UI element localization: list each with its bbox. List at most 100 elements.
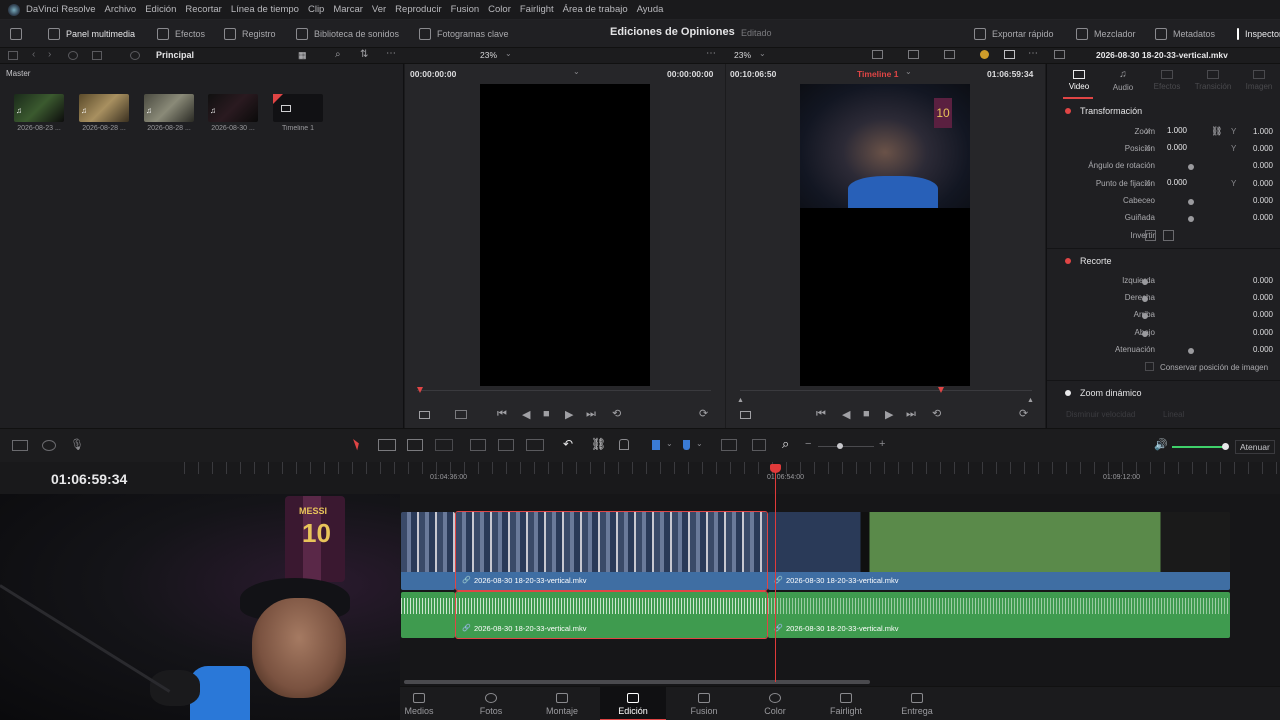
source-video-frame[interactable] <box>480 84 650 386</box>
mixer-button[interactable]: Mezclador <box>1076 20 1136 48</box>
dim-button[interactable]: Atenuar <box>1235 440 1275 454</box>
nav-forward-icon[interactable]: › <box>48 49 51 60</box>
timeline-ruler[interactable]: 01:06:59:34 01:04:36:00 01:06:54:00 01:0… <box>0 462 1280 494</box>
crop-enable-icon[interactable] <box>1065 258 1071 264</box>
menu-help[interactable]: Ayuda <box>637 4 664 15</box>
volume-slider-handle[interactable] <box>1222 443 1229 450</box>
transform-enable-icon[interactable] <box>1065 108 1071 114</box>
dynamic-trim-icon[interactable] <box>407 439 423 451</box>
menu-timeline[interactable]: Línea de tiempo <box>231 4 299 15</box>
effects-button[interactable]: Efectos <box>157 20 205 48</box>
tab-video[interactable]: Video <box>1057 70 1101 91</box>
crop-top-slider[interactable] <box>1142 313 1148 319</box>
go-to-end-icon[interactable]: ⏭ <box>586 408 596 421</box>
zoom-in-icon[interactable]: + <box>879 438 885 450</box>
tl-loop-icon[interactable]: ⟲ <box>932 407 941 420</box>
dynamic-zoom-enable-icon[interactable] <box>1065 390 1071 396</box>
playhead-handle-icon[interactable] <box>770 464 781 473</box>
color-picker-icon[interactable] <box>980 50 989 59</box>
page-media[interactable]: Medios <box>386 687 452 720</box>
snapping-icon[interactable]: ↶ <box>563 437 573 451</box>
source-more-icon[interactable]: ⋯ <box>706 48 716 59</box>
source-playhead-icon[interactable] <box>417 387 423 393</box>
source-dropdown-chevron-icon[interactable]: ⌄ <box>573 67 580 76</box>
menu-fairlight[interactable]: Fairlight <box>520 4 554 15</box>
audio-clip[interactable]: 🔗 2026-08-30 18-20-33-vertical.mkv <box>768 592 1230 638</box>
marker-chevron-icon[interactable]: ⌄ <box>696 439 703 448</box>
quick-export-button[interactable]: Exportar rápido <box>974 20 1054 48</box>
zoom-y-field[interactable]: 1.000 <box>1221 127 1273 136</box>
insert-clip-icon[interactable] <box>470 439 486 451</box>
keyframes-button[interactable]: Fotogramas clave <box>419 20 509 48</box>
menu-color[interactable]: Color <box>488 4 511 15</box>
timeline-playhead[interactable] <box>775 466 776 682</box>
menu-view[interactable]: Ver <box>372 4 386 15</box>
selection-tool-icon[interactable] <box>353 437 361 451</box>
tab-image[interactable]: Imagen <box>1237 70 1280 91</box>
grid-view-icon[interactable]: ▦ <box>298 50 307 61</box>
clip-thumbnail[interactable]: ♫ <box>79 94 129 122</box>
in-point-marker-icon[interactable]: ▲ <box>737 397 744 404</box>
menu-app[interactable]: DaVinci Resolve <box>26 4 96 15</box>
timeline-name[interactable]: Timeline 1 <box>857 69 898 79</box>
sort-icon[interactable]: ⇅ <box>360 49 368 60</box>
source-zoom-chevron-icon[interactable]: ⌄ <box>505 49 512 58</box>
pitch-slider[interactable] <box>1188 199 1194 205</box>
rotation-slider[interactable] <box>1188 164 1194 170</box>
timeline-zoom-chevron-icon[interactable]: ⌄ <box>759 49 766 58</box>
search-icon[interactable]: ⌕ <box>335 49 341 60</box>
softness-slider[interactable] <box>1188 348 1194 354</box>
go-to-start-icon[interactable]: ⏮ <box>497 408 507 421</box>
page-cut[interactable]: Fotos <box>458 687 524 720</box>
menu-mark[interactable]: Marcar <box>333 4 363 15</box>
anchor-x-field[interactable]: 0.000 <box>1155 178 1189 191</box>
tl-go-to-start-icon[interactable]: ⏮ <box>816 408 826 421</box>
crop-bottom-slider[interactable] <box>1142 331 1148 337</box>
tl-go-to-end-icon[interactable]: ⏭ <box>906 408 916 421</box>
flag-icon[interactable] <box>652 440 660 450</box>
flip-vertical-icon[interactable] <box>1163 230 1174 241</box>
timeline-thumbnail[interactable] <box>273 94 323 122</box>
tl-stop-icon[interactable]: ■ <box>863 408 870 420</box>
timeline-zoom[interactable]: 23% <box>734 50 751 60</box>
match-frame-icon[interactable]: ⟳ <box>699 407 708 420</box>
flip-horizontal-icon[interactable] <box>1145 230 1156 241</box>
crop-right-field[interactable]: 0.000 <box>1221 293 1273 302</box>
volume-icon[interactable]: 🔊 <box>1154 438 1168 451</box>
menu-fusion[interactable]: Fusion <box>451 4 480 15</box>
timeline-scrollbar[interactable] <box>404 680 870 684</box>
source-clip-icon[interactable] <box>455 410 467 419</box>
flag-chevron-icon[interactable]: ⌄ <box>666 439 673 448</box>
trim-tool-icon[interactable] <box>378 439 396 451</box>
program-video-frame[interactable]: 10 <box>800 84 970 386</box>
play-reverse-icon[interactable]: ◀ <box>522 408 530 421</box>
microphone-icon[interactable]: 🎙 <box>70 438 84 451</box>
zoom-x-field[interactable]: 1.000 <box>1155 126 1189 139</box>
yaw-field[interactable]: 0.000 <box>1221 213 1273 222</box>
position-y-field[interactable]: 0.000 <box>1221 144 1273 153</box>
tab-audio[interactable]: ♫ Audio <box>1101 70 1145 93</box>
menu-clip[interactable]: Clip <box>308 4 324 15</box>
menu-workspace[interactable]: Área de trabajo <box>563 4 628 15</box>
crop-top-field[interactable]: 0.000 <box>1221 310 1273 319</box>
cloud-icon[interactable] <box>130 51 140 60</box>
zoom-search-icon[interactable]: ⌕ <box>782 436 789 452</box>
audio-clip[interactable] <box>401 592 455 638</box>
page-fairlight[interactable]: Fairlight <box>813 687 879 720</box>
clip-thumbnail[interactable]: ♫ <box>208 94 258 122</box>
more-options-icon[interactable]: ⋯ <box>386 48 396 59</box>
video-clip-selected[interactable]: 🔗 2026-08-30 18-20-33-vertical.mkv <box>455 511 768 591</box>
video-clip[interactable] <box>401 512 455 590</box>
timeline-mode-icon[interactable] <box>740 411 751 419</box>
index-button[interactable]: Registro <box>224 20 276 48</box>
clip-thumbnail[interactable]: ♫ <box>14 94 64 122</box>
metadata-button[interactable]: Metadatos <box>1155 20 1215 48</box>
menu-playback[interactable]: Reproducir <box>395 4 441 15</box>
retain-image-checkbox[interactable] <box>1145 362 1154 371</box>
sound-library-button[interactable]: Biblioteca de sonidos <box>296 20 399 48</box>
softness-field[interactable]: 0.000 <box>1221 345 1273 354</box>
out-point-marker-icon[interactable]: ▲ <box>1027 397 1034 404</box>
source-zoom[interactable]: 23% <box>480 50 497 60</box>
fullscreen-icon[interactable] <box>1004 50 1015 59</box>
tl-play-icon[interactable]: ▶ <box>885 408 893 421</box>
